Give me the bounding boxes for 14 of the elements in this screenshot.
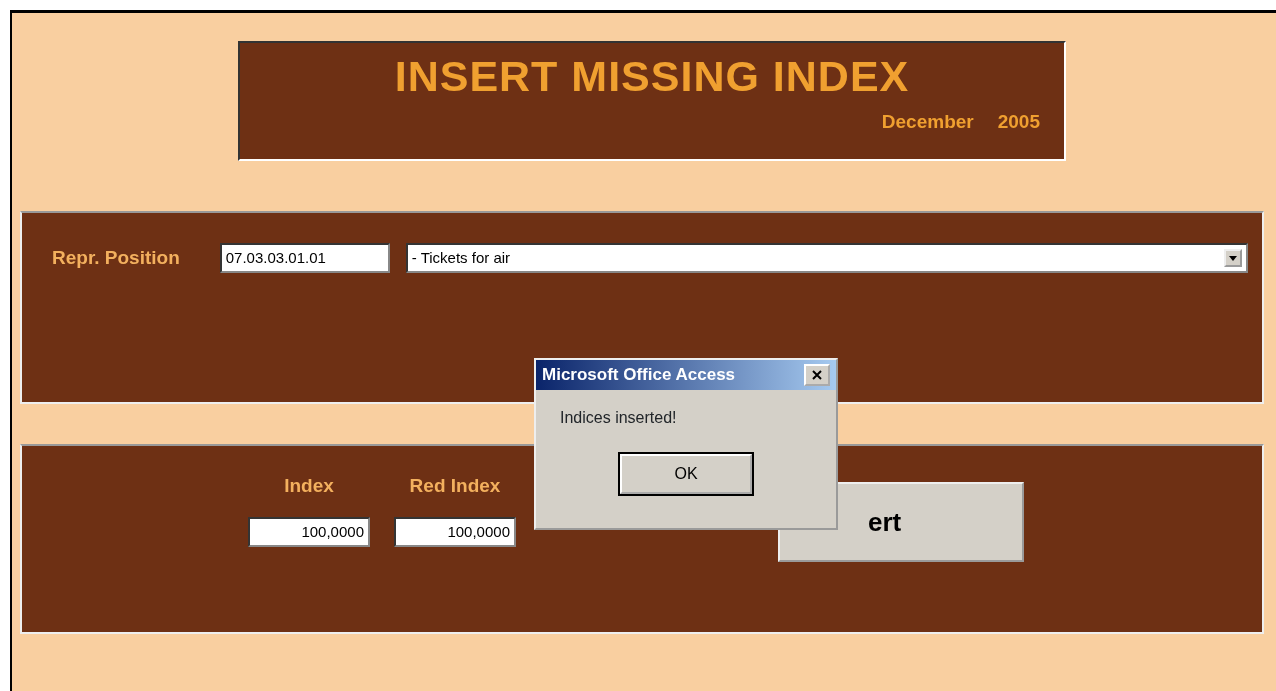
dialog-title: Microsoft Office Access — [542, 364, 736, 386]
year-label: 2005 — [997, 110, 1040, 135]
month-label: December — [881, 110, 974, 135]
index-label: Index — [284, 474, 334, 498]
index-label: Red Index — [409, 474, 501, 498]
index-field[interactable]: 100,0000 — [394, 516, 516, 547]
description-dropdown[interactable]: - Tickets for air — [405, 243, 1248, 273]
dialog-message: Indices inserted! — [560, 407, 678, 428]
description-text: - Tickets for air — [411, 248, 511, 268]
index-field[interactable]: 100,0000 — [248, 516, 370, 547]
ok-button[interactable]: OK — [620, 453, 752, 494]
position-label: Repr. Position — [52, 245, 180, 270]
position-code-field[interactable]: 07.03.03.01.01 — [219, 243, 390, 273]
form-title: INSERT MISSING INDEX — [393, 53, 911, 101]
